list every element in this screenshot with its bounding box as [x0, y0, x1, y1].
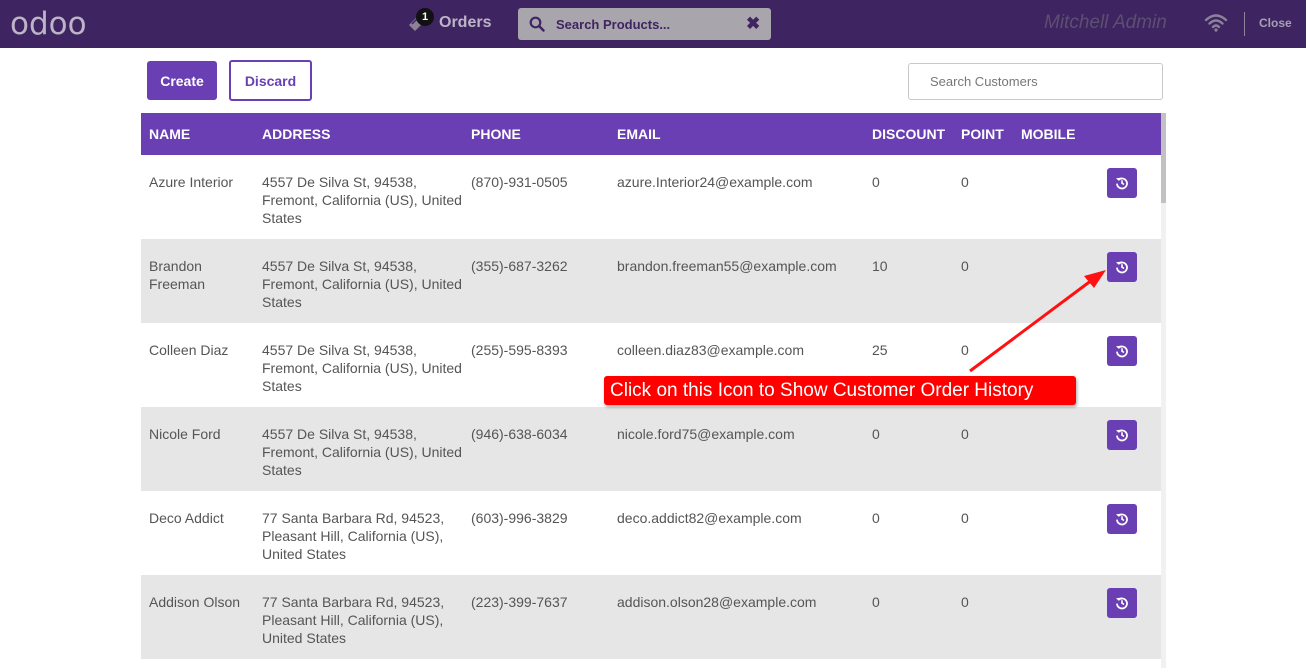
close-icon[interactable]: ✖	[746, 14, 760, 34]
table-scrollbar[interactable]	[1161, 113, 1166, 668]
orders-count-badge: 1	[416, 8, 434, 26]
customer-point: 0	[961, 174, 969, 190]
order-history-button[interactable]	[1107, 252, 1137, 282]
header-discount: DISCOUNT	[872, 126, 946, 142]
customer-discount: 0	[872, 426, 880, 442]
order-history-button[interactable]	[1107, 588, 1137, 618]
divider	[1244, 12, 1245, 36]
customer-discount: 0	[872, 594, 880, 610]
customer-point: 0	[961, 594, 969, 610]
customer-discount: 25	[872, 342, 888, 358]
customer-address: 4557 De Silva St, 94538, Fremont, Califo…	[262, 258, 462, 310]
customer-email: azure.Interior24@example.com	[617, 174, 813, 190]
customer-point: 0	[961, 510, 969, 526]
cashier-name[interactable]: Mitchell Admin	[1044, 12, 1167, 34]
customer-address: 77 Santa Barbara Rd, 94523, Pleasant Hil…	[262, 510, 445, 562]
order-history-button[interactable]	[1107, 504, 1137, 534]
order-history-button[interactable]	[1107, 420, 1137, 450]
header-address: ADDRESS	[262, 126, 331, 142]
wifi-icon	[1204, 14, 1228, 32]
orders-label: Orders	[439, 14, 492, 31]
search-icon	[529, 16, 545, 32]
create-button[interactable]: Create	[147, 61, 217, 100]
table-row[interactable]: Addison Olson 77 Santa Barbara Rd, 94523…	[141, 575, 1161, 659]
search-products-placeholder: Search Products...	[556, 17, 671, 32]
customer-name: Nicole Ford	[149, 426, 221, 442]
customer-discount: 0	[872, 174, 880, 190]
close-button[interactable]: Close	[1259, 16, 1292, 30]
discard-button[interactable]: Discard	[229, 60, 312, 101]
table-row[interactable]: Azure Interior 4557 De Silva St, 94538, …	[141, 155, 1161, 239]
customer-discount: 0	[872, 510, 880, 526]
history-icon	[1116, 597, 1128, 610]
logo-text: odoo	[10, 6, 87, 42]
header-email: EMAIL	[617, 126, 661, 142]
customer-email: colleen.diaz83@example.com	[617, 342, 804, 358]
odoo-logo: odoo	[10, 6, 87, 42]
header-point: POINT	[961, 126, 1004, 142]
annotation-callout: Click on this Icon to Show Customer Orde…	[604, 376, 1076, 405]
customer-address: 4557 De Silva St, 94538, Fremont, Califo…	[262, 426, 462, 478]
customer-phone: (255)-595-8393	[471, 342, 568, 358]
search-customers-input[interactable]	[908, 63, 1163, 100]
customer-email: nicole.ford75@example.com	[617, 426, 795, 442]
header-mobile: MOBILE	[1021, 126, 1076, 142]
history-icon	[1116, 429, 1128, 442]
customer-phone: (603)-996-3829	[471, 510, 568, 526]
table-row[interactable]: Deco Addict 77 Santa Barbara Rd, 94523, …	[141, 491, 1161, 575]
customer-email: brandon.freeman55@example.com	[617, 258, 837, 274]
history-icon	[1116, 261, 1128, 274]
table-body: Azure Interior 4557 De Silva St, 94538, …	[141, 155, 1161, 659]
customer-address: 4557 De Silva St, 94538, Fremont, Califo…	[262, 174, 462, 226]
header-name: NAME	[149, 126, 191, 142]
customer-point: 0	[961, 426, 969, 442]
history-icon	[1116, 177, 1128, 190]
orders-button[interactable]: 1 Orders	[406, 8, 506, 40]
search-products-field[interactable]: Search Products... ✖	[518, 8, 771, 40]
table-row[interactable]: Nicole Ford 4557 De Silva St, 94538, Fre…	[141, 407, 1161, 491]
customer-phone: (946)-638-6034	[471, 426, 568, 442]
customer-name: Addison Olson	[149, 594, 241, 610]
customer-phone: (870)-931-0505	[471, 174, 568, 190]
customer-phone: (223)-399-7637	[471, 594, 568, 610]
customer-phone: (355)-687-3262	[471, 258, 568, 274]
customer-address: 77 Santa Barbara Rd, 94523, Pleasant Hil…	[262, 594, 445, 646]
history-icon	[1116, 345, 1128, 358]
customer-name: Colleen Diaz	[149, 342, 229, 358]
scrollbar-thumb[interactable]	[1161, 113, 1166, 203]
customer-discount: 10	[872, 258, 888, 274]
customer-email: deco.addict82@example.com	[617, 510, 802, 526]
annotation-arrow	[969, 270, 1106, 373]
customer-email: addison.olson28@example.com	[617, 594, 817, 610]
customer-name: Azure Interior	[149, 174, 234, 190]
table-header: NAME ADDRESS PHONE EMAIL DISCOUNT POINT …	[141, 113, 1161, 155]
order-history-button[interactable]	[1107, 336, 1137, 366]
customer-name: Brandon Freeman	[149, 258, 206, 292]
header-phone: PHONE	[471, 126, 521, 142]
customer-address: 4557 De Silva St, 94538, Fremont, Califo…	[262, 342, 462, 394]
order-history-button[interactable]	[1107, 168, 1137, 198]
history-icon	[1116, 513, 1128, 526]
customer-name: Deco Addict	[149, 510, 224, 526]
top-bar: odoo 1 Orders Search Products... ✖ Mitch…	[0, 0, 1306, 48]
